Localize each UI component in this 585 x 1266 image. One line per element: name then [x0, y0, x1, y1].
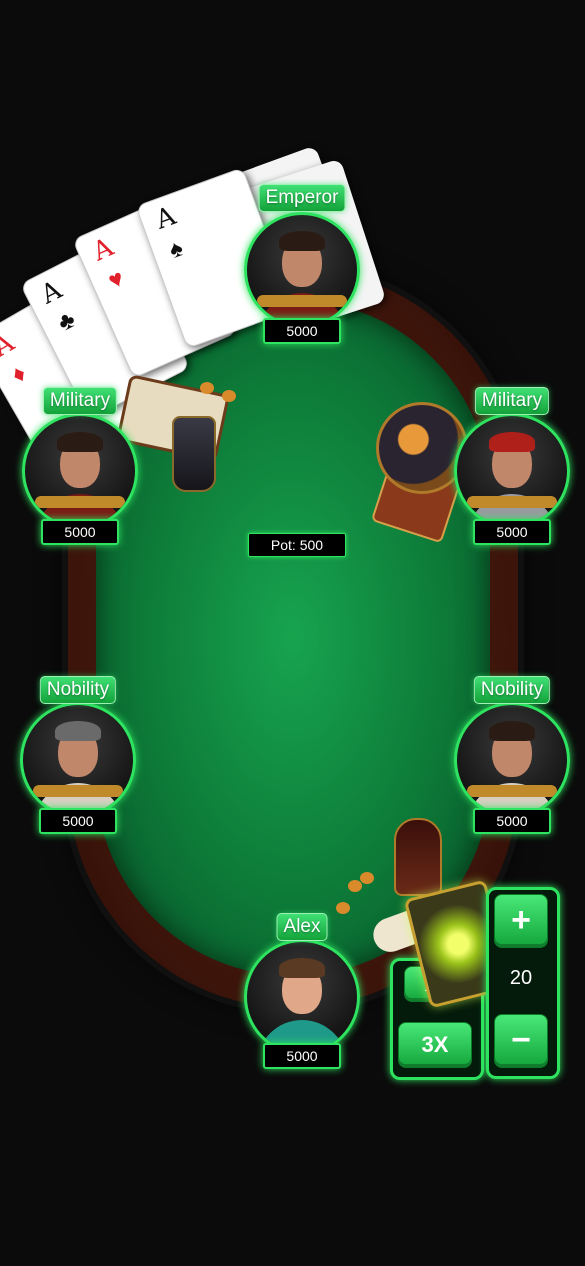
goblet-decoration — [172, 416, 216, 492]
card-rank: A — [151, 201, 180, 236]
coin-decoration — [360, 872, 374, 884]
player-name: Military — [42, 387, 118, 415]
seat-right-lower[interactable]: Nobility 5000 — [452, 676, 572, 834]
avatar-hair — [489, 432, 535, 452]
wine-cup-decoration — [394, 818, 442, 896]
avatar-trim — [257, 295, 347, 307]
avatar-hair — [489, 721, 535, 741]
player-avatar — [22, 413, 138, 529]
seat-top[interactable]: Emperor 5000 — [242, 184, 362, 344]
seat-right-upper[interactable]: Military 5000 — [452, 387, 572, 545]
avatar-hair — [279, 958, 325, 978]
avatar-trim — [467, 785, 557, 797]
player-chip-stack: 5000 — [41, 519, 119, 545]
player-name: Alex — [276, 913, 328, 941]
avatar-trim — [35, 496, 125, 508]
minus-icon: − — [511, 1021, 531, 1059]
seat-left-upper[interactable]: Military 5000 — [20, 387, 140, 545]
player-avatar — [454, 702, 570, 818]
card-suit: ♦ — [6, 359, 31, 390]
bet-amount-value: 20 — [509, 967, 533, 989]
seat-bottom-self[interactable]: Alex 5000 — [242, 913, 362, 1069]
player-chip-stack: 5000 — [473, 519, 551, 545]
player-name: Emperor — [258, 184, 346, 212]
player-name: Military — [474, 387, 550, 415]
player-avatar — [20, 702, 136, 818]
coin-decoration — [348, 880, 362, 892]
player-chip-stack: 5000 — [473, 808, 551, 834]
avatar-trim — [467, 496, 557, 508]
pot-label: Pot: 500 — [248, 533, 346, 557]
player-chip-stack: 5000 — [39, 808, 117, 834]
multiplier-3x-button[interactable]: 3X — [398, 1022, 472, 1068]
card-rank: A — [0, 327, 20, 364]
card-suit: ♠ — [165, 234, 187, 265]
increase-bet-button[interactable]: + — [494, 894, 548, 948]
avatar-hair — [57, 432, 103, 452]
player-name: Nobility — [473, 676, 551, 704]
coin-decoration — [222, 390, 236, 402]
card-rank: A — [88, 232, 118, 268]
multiplier-label: 3X — [421, 1032, 449, 1057]
card-suit: ♥ — [104, 264, 129, 295]
player-avatar — [454, 413, 570, 529]
card-rank: A — [36, 275, 67, 311]
avatar-hair — [55, 721, 101, 741]
player-chip-stack: 5000 — [263, 1043, 341, 1069]
plus-icon: + — [511, 901, 531, 939]
player-avatar — [244, 939, 360, 1055]
coin-decoration — [200, 382, 214, 394]
avatar-hair — [279, 231, 325, 251]
player-chip-stack: 5000 — [263, 318, 341, 344]
player-avatar — [244, 212, 360, 328]
seat-left-lower[interactable]: Nobility 5000 — [18, 676, 138, 834]
player-name: Nobility — [39, 676, 117, 704]
avatar-trim — [33, 785, 123, 797]
card-suit: ♣ — [53, 305, 80, 338]
decrease-bet-button[interactable]: − — [494, 1014, 548, 1068]
